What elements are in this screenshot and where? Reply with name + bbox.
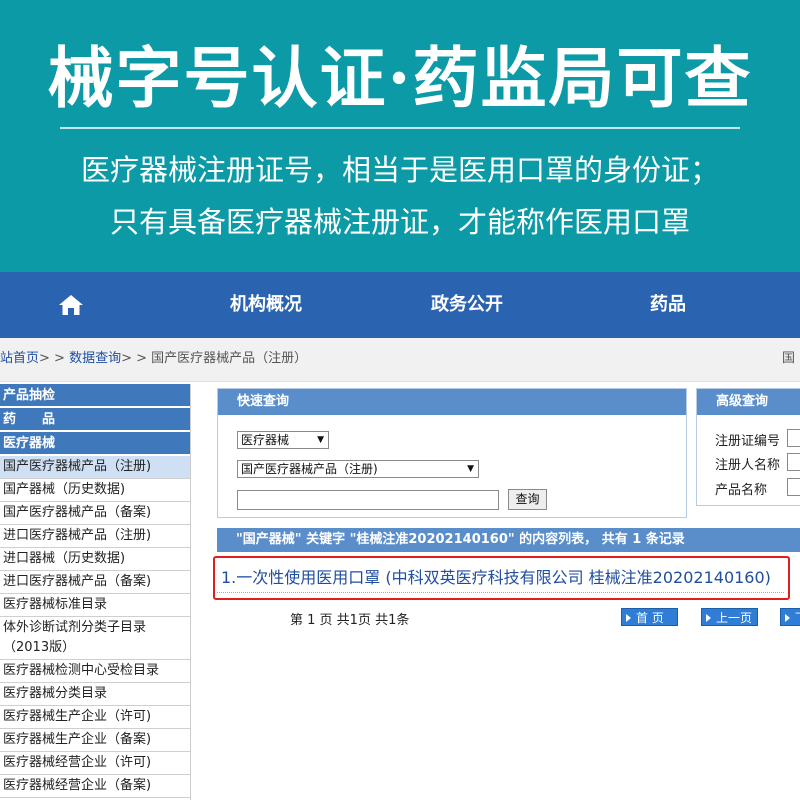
sidebar-item-imported-device-registered[interactable]: 进口医疗器械产品（注册) — [0, 525, 190, 548]
sidebar-item-testing-center-catalog[interactable]: 医疗器械检测中心受检目录 — [0, 660, 190, 683]
sidebar: 产品抽检 药 品 医疗器械 国产医疗器械产品（注册) 国产器械（历史数据) 国产… — [0, 384, 191, 800]
sidebar-category-product-sampling[interactable]: 产品抽检 — [0, 384, 190, 408]
nav-item-drugs[interactable]: 药品 — [650, 272, 686, 338]
category-select-value: 医疗器械 — [241, 433, 290, 447]
keyword-input[interactable] — [237, 490, 499, 510]
registrant-name-input[interactable] — [787, 453, 800, 471]
sidebar-item-classification-catalog[interactable]: 医疗器械分类目录 — [0, 683, 190, 706]
sidebar-item-ivd-catalog[interactable]: 体外诊断试剂分类子目录（2013版） — [0, 617, 190, 660]
advanced-query-title: 高级查询 — [697, 389, 800, 415]
banner-subtitle-1: 医疗器械注册证号，相当于是医用口罩的身份证； — [80, 153, 719, 187]
registrant-name-label: 注册人名称 — [715, 458, 781, 473]
registration-number-label: 注册证编号 — [715, 434, 781, 449]
page-info: 第 1 页 共1页 共1条 — [290, 613, 410, 628]
quick-query-title: 快速查询 — [218, 389, 686, 415]
home-icon — [59, 295, 83, 315]
sidebar-item-domestic-device-registered[interactable]: 国产医疗器械产品（注册) — [0, 456, 190, 479]
category-select[interactable]: 医疗器械 ▼ — [237, 431, 329, 449]
database-select[interactable]: 国产医疗器械产品（注册) ▼ — [237, 460, 479, 478]
first-page-button[interactable]: 首 页 — [621, 608, 678, 626]
promo-banner: 械字号认证·药监局可查 医疗器械注册证号，相当于是医用口罩的身份证； 只有具备医… — [0, 0, 800, 272]
breadcrumb-right-text: 国 — [782, 351, 796, 366]
database-select-value: 国产医疗器械产品（注册) — [241, 462, 378, 476]
main-nav: 机构概况 政务公开 药品 — [0, 272, 800, 338]
banner-divider — [60, 127, 740, 129]
breadcrumb-bar: 站首页> > 数据查询> > 国产医疗器械产品（注册） 国 — [0, 338, 800, 382]
sidebar-item-domestic-device-filed[interactable]: 国产医疗器械产品（备案) — [0, 502, 190, 525]
product-name-label: 产品名称 — [715, 483, 768, 498]
highlighted-result: 1.一次性使用医用口罩 (中科双英医疗科技有限公司 桂械注准2020214016… — [213, 556, 790, 600]
banner-title: 械字号认证·药监局可查 — [47, 39, 753, 117]
nav-home[interactable] — [56, 272, 86, 338]
nav-item-gov-affairs[interactable]: 政务公开 — [431, 272, 503, 338]
next-page-button[interactable]: 下 — [780, 608, 800, 626]
sidebar-item-device-standards[interactable]: 医疗器械标准目录 — [0, 594, 190, 617]
registration-number-input[interactable] — [787, 429, 800, 447]
sidebar-category-drugs[interactable]: 药 品 — [0, 408, 190, 432]
nav-item-org-overview[interactable]: 机构概况 — [230, 272, 302, 338]
query-button[interactable]: 查询 — [508, 489, 547, 510]
result-divider — [217, 592, 784, 593]
product-name-input[interactable] — [787, 478, 800, 496]
sidebar-item-manufacturer-license[interactable]: 医疗器械生产企业（许可) — [0, 706, 190, 729]
breadcrumb-separator: > > — [121, 351, 148, 366]
results-header: "国产器械" 关键字 "桂械注准20202140160" 的内容列表， 共有 1… — [217, 528, 800, 552]
sidebar-item-distributor-license[interactable]: 医疗器械经营企业（许可) — [0, 752, 190, 775]
sidebar-item-distributor-filed[interactable]: 医疗器械经营企业（备案) — [0, 775, 190, 798]
result-link[interactable]: 1.一次性使用医用口罩 (中科双英医疗科技有限公司 桂械注准2020214016… — [221, 568, 771, 588]
sidebar-item-imported-device-filed[interactable]: 进口医疗器械产品（备案) — [0, 571, 190, 594]
sidebar-item-manufacturer-filed[interactable]: 医疗器械生产企业（备案) — [0, 729, 190, 752]
dropdown-arrow-icon: ▼ — [317, 435, 324, 445]
advanced-query-panel: 高级查询 注册证编号 注册人名称 产品名称 — [696, 388, 800, 506]
breadcrumb-current: 国产医疗器械产品（注册） — [151, 351, 308, 366]
prev-page-button[interactable]: 上一页 — [701, 608, 758, 626]
sidebar-item-domestic-device-history[interactable]: 国产器械（历史数据) — [0, 479, 190, 502]
breadcrumb: 站首页> > 数据查询> > 国产医疗器械产品（注册） — [0, 350, 307, 368]
quick-query-panel: 快速查询 医疗器械 ▼ 国产医疗器械产品（注册) ▼ 查询 — [217, 388, 687, 518]
breadcrumb-data-query[interactable]: 数据查询 — [69, 351, 121, 366]
breadcrumb-separator: > > — [39, 351, 65, 366]
dropdown-arrow-icon: ▼ — [467, 464, 474, 474]
sidebar-item-imported-device-history[interactable]: 进口器械（历史数据) — [0, 548, 190, 571]
breadcrumb-home[interactable]: 站首页 — [0, 351, 39, 366]
banner-subtitle-2: 只有具备医疗器械注册证，才能称作医用口罩 — [109, 205, 690, 239]
sidebar-category-devices[interactable]: 医疗器械 — [0, 432, 190, 456]
